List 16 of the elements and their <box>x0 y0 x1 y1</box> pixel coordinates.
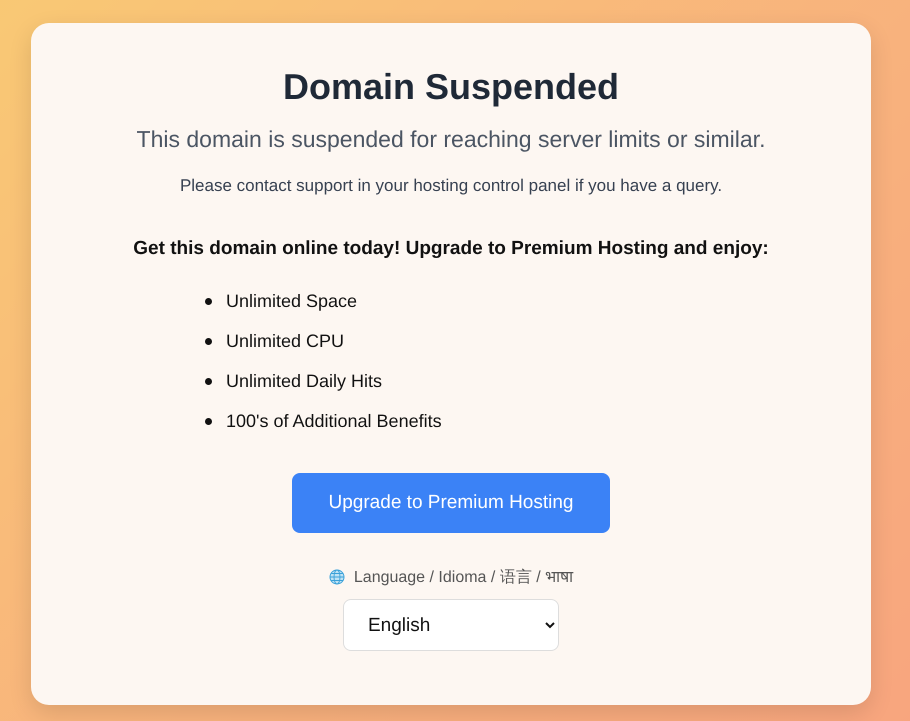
support-note: Please contact support in your hosting control panel if you have a query. <box>178 175 724 197</box>
bullet-icon <box>205 378 212 384</box>
bullet-icon <box>205 298 212 304</box>
subtitle-text: This domain is suspended for reaching server limits or similar. <box>136 125 766 154</box>
language-select[interactable]: English <box>343 599 559 651</box>
globe-icon <box>328 568 345 584</box>
benefit-text: Unlimited Space <box>226 290 358 312</box>
bullet-icon <box>205 338 212 344</box>
offer-heading: Get this domain online today! Upgrade to Premium Hosting and enjoy: <box>132 237 770 261</box>
bullet-icon <box>205 418 212 424</box>
benefit-text: 100's of Additional Benefits <box>226 410 442 432</box>
page-title: Domain Suspended <box>282 65 620 109</box>
language-label: Language / Idioma / 语言 / भाषा <box>354 568 574 588</box>
benefit-text: Unlimited Daily Hits <box>226 370 382 392</box>
upgrade-button[interactable]: Upgrade to Premium Hosting <box>292 473 610 533</box>
benefit-text: Unlimited CPU <box>226 330 344 352</box>
